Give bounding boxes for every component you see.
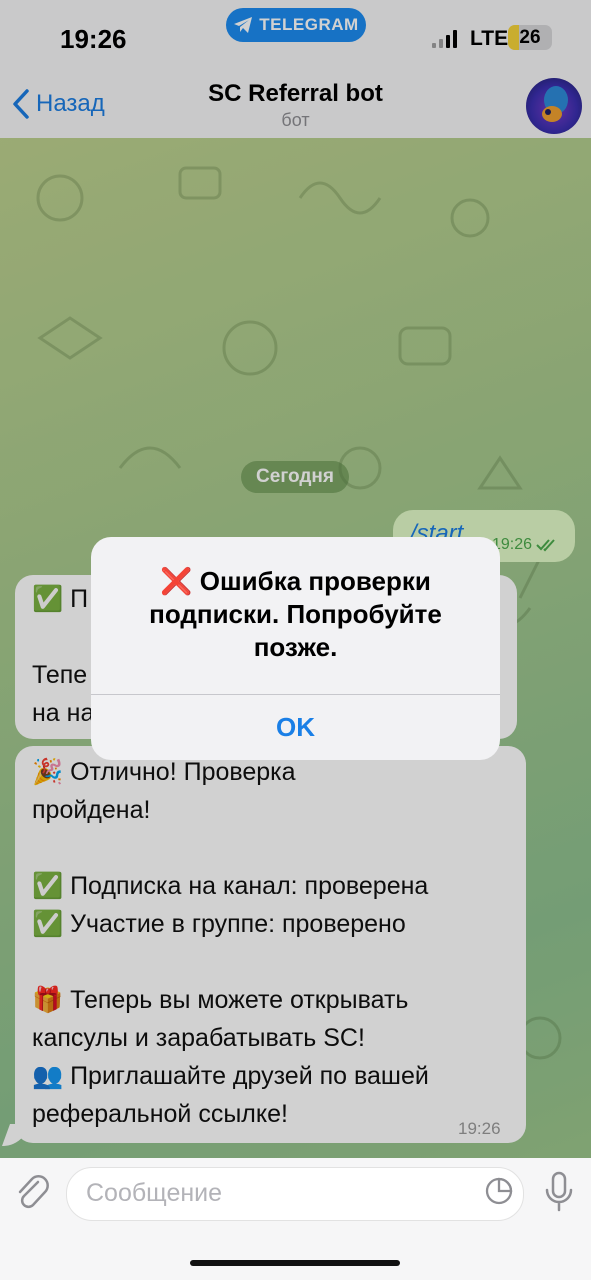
microphone-icon[interactable] [542, 1170, 576, 1214]
paperclip-icon[interactable] [14, 1172, 50, 1212]
chat-screen: 19:26 TELEGRAM LTE 26 Назад SC Referral [0, 0, 591, 1280]
message-input-placeholder: Сообщение [86, 1179, 223, 1207]
error-alert-dialog: ❌ Ошибка проверки подписки. Попробуйте п… [91, 537, 500, 760]
home-indicator[interactable] [190, 1260, 400, 1266]
alert-message: ❌ Ошибка проверки подписки. Попробуйте п… [149, 566, 442, 662]
sticker-icon[interactable] [484, 1176, 514, 1206]
alert-ok-button[interactable]: OK [91, 695, 500, 760]
